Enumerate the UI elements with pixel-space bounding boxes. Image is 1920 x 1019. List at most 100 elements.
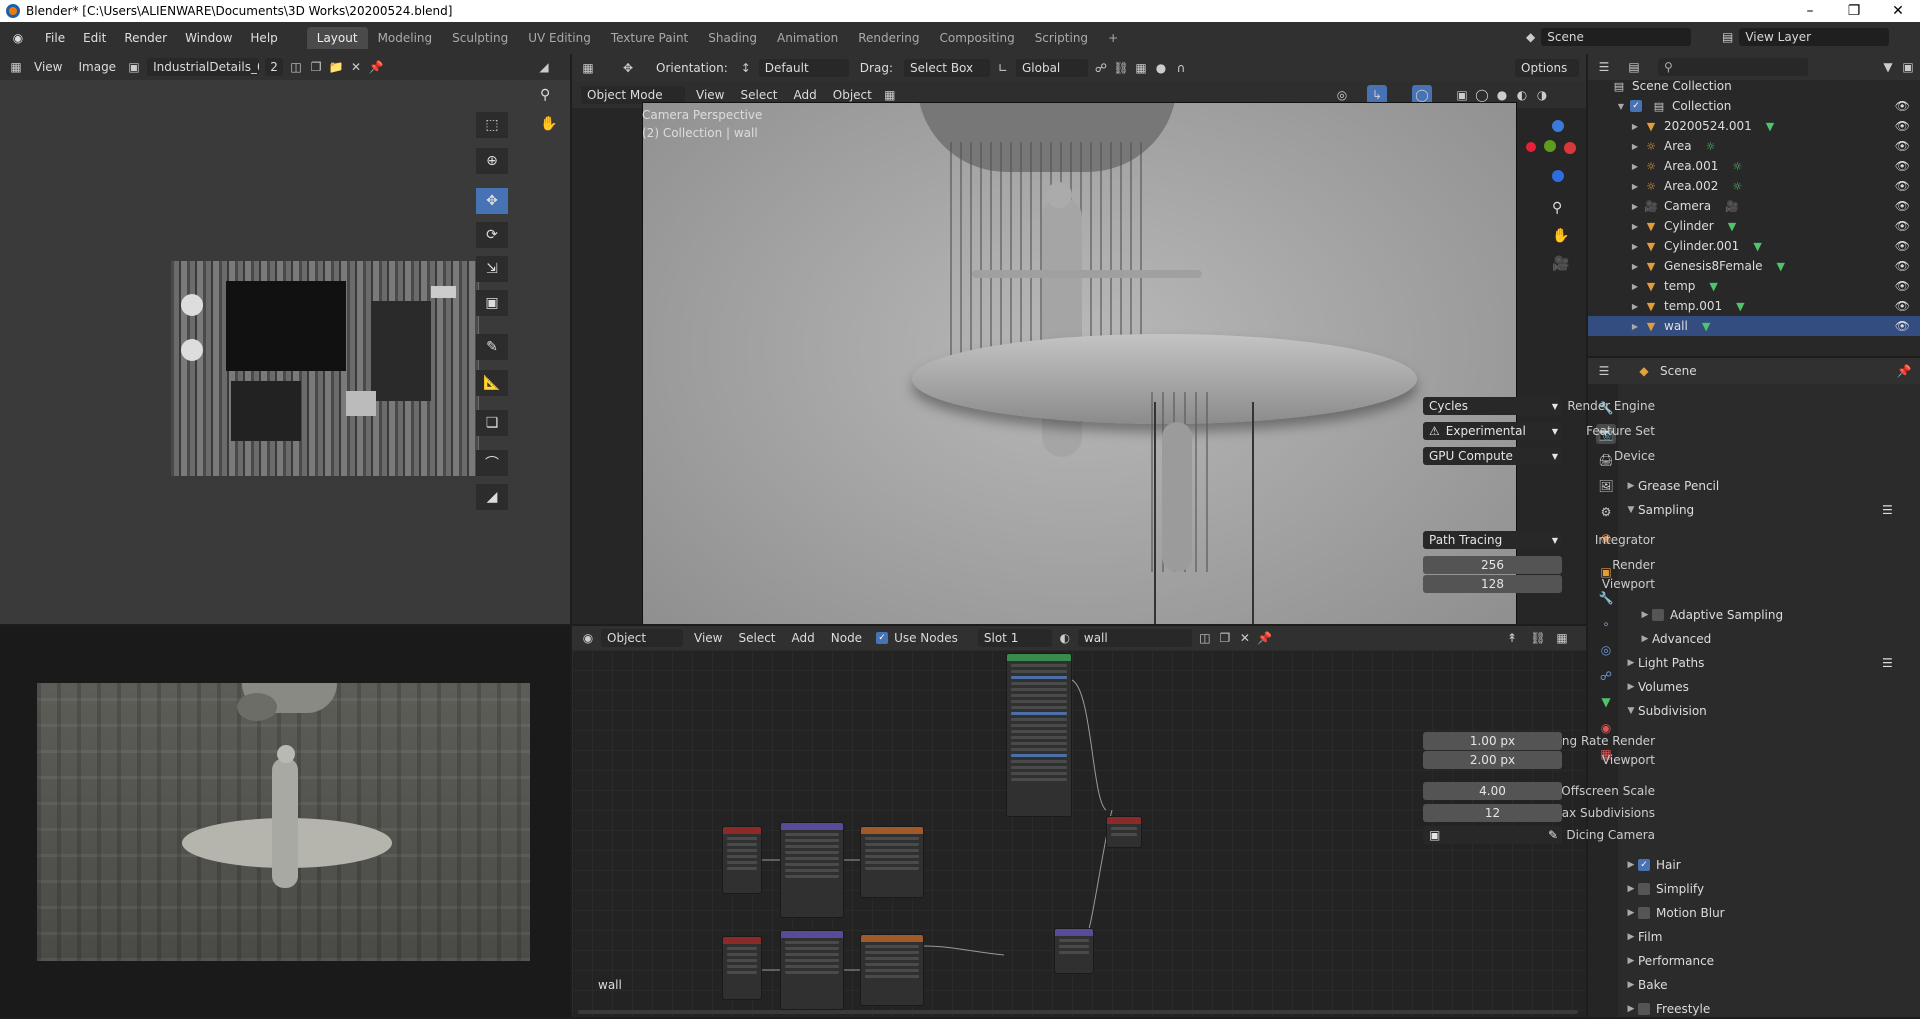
freestyle-checkbox[interactable] <box>1638 1003 1650 1015</box>
presets-icon[interactable]: ☰ <box>1882 503 1893 517</box>
node-view-menu[interactable]: View <box>686 631 730 645</box>
menu-window[interactable]: Window <box>176 31 241 45</box>
outliner-item[interactable]: ▶ ☼ Area.002 ☼ 👁 <box>1588 176 1920 196</box>
editor-type-icon[interactable]: ◉ <box>578 628 598 648</box>
unlink-material-icon[interactable]: ✕ <box>1235 628 1255 648</box>
texture-coordinate-node-2[interactable] <box>722 936 762 1000</box>
panel-hair[interactable]: ▶ ✓ Hair <box>1624 855 1920 875</box>
panel-light-paths[interactable]: ▶ Light Paths ☰ <box>1624 653 1920 673</box>
light-data-icon[interactable]: ☼ <box>1732 160 1742 173</box>
eye-icon[interactable]: 👁 <box>1895 279 1910 293</box>
snap-target-icon[interactable]: ▦ <box>1131 58 1151 78</box>
panel-subdivision[interactable]: ▼ Subdivision <box>1624 701 1920 721</box>
outliner-item[interactable]: ▶ ☼ Area.001 ☼ 👁 <box>1588 156 1920 176</box>
viewport-select-menu[interactable]: Select <box>732 88 785 102</box>
light-data-icon[interactable]: ☼ <box>1732 180 1742 193</box>
outliner-item[interactable]: ▶ ▼ Genesis8Female ▼ 👁 <box>1588 256 1920 276</box>
parent-node-tree-icon[interactable]: ↟ <box>1502 628 1522 648</box>
pivot-icon[interactable]: ☍ <box>1091 58 1111 78</box>
pin-icon[interactable]: 📌 <box>366 57 386 77</box>
mesh-data-icon[interactable]: ▼ <box>1709 280 1717 293</box>
max-subdivisions-field[interactable]: 12 <box>1423 804 1562 822</box>
editor-type-icon[interactable]: ▦ <box>6 57 26 77</box>
tab-modeling[interactable]: Modeling <box>368 27 443 49</box>
outliner-item[interactable]: ▶ ▼ Cylinder.001 ▼ 👁 <box>1588 236 1920 256</box>
outliner-item[interactable]: ▶ ▼ temp.001 ▼ 👁 <box>1588 296 1920 316</box>
falloff-icon[interactable]: ∩ <box>1171 58 1191 78</box>
menu-file[interactable]: File <box>36 31 74 45</box>
outliner-item[interactable]: ▶ ☼ Area ☼ 👁 <box>1588 136 1920 156</box>
scale-tool-icon[interactable]: ⇲ <box>476 256 508 282</box>
annotate-tool-icon[interactable]: ✎ <box>476 334 508 360</box>
tab-shading[interactable]: Shading <box>698 27 767 49</box>
mesh-data-icon[interactable]: ▼ <box>1728 220 1736 233</box>
image-name-field[interactable]: IndustrialDetails_02... <box>147 58 260 76</box>
tab-layout[interactable]: Layout <box>306 27 368 49</box>
expand-icon[interactable]: ▶ <box>1630 122 1640 131</box>
particles-tab-icon[interactable]: ∘ <box>1596 614 1616 634</box>
filter-icon[interactable]: ▼ <box>1878 57 1898 77</box>
tab-animation[interactable]: Animation <box>767 27 848 49</box>
panel-film[interactable]: ▶ Film <box>1624 927 1920 947</box>
render-engine-dropdown[interactable]: Cycles ▼ <box>1423 397 1562 415</box>
cursor-tool-icon[interactable]: ⊕ <box>476 148 508 174</box>
outliner-item[interactable]: ▶ ▼ 20200524.001 ▼ 👁 <box>1588 116 1920 136</box>
zoom-icon[interactable]: ⚲ <box>540 87 550 103</box>
open-image-icon[interactable]: 📁 <box>326 57 346 77</box>
node-add-menu[interactable]: Add <box>784 631 823 645</box>
panel-adaptive-sampling[interactable]: ▶ Adaptive Sampling <box>1638 605 1920 625</box>
outliner-item[interactable]: ▶ 🎥 Camera 🎥 👁 <box>1588 196 1920 216</box>
view-layer-tab-icon[interactable]: 🖼 <box>1596 476 1616 496</box>
eye-icon[interactable]: 👁 <box>1895 299 1910 313</box>
constraints-tab-icon[interactable]: ☍ <box>1596 666 1616 686</box>
tab-sculpting[interactable]: Sculpting <box>442 27 518 49</box>
eye-icon[interactable]: 👁 <box>1895 319 1910 333</box>
render-samples-field[interactable]: 256 <box>1423 556 1562 574</box>
expand-icon[interactable]: ▶ <box>1630 162 1640 171</box>
eye-icon[interactable]: 👁 <box>1895 159 1910 173</box>
eye-icon[interactable]: 👁 <box>1895 119 1910 133</box>
fake-user-icon[interactable]: ◫ <box>286 57 306 77</box>
expand-icon[interactable]: ▶ <box>1630 322 1640 331</box>
tab-compositing[interactable]: Compositing <box>929 27 1024 49</box>
image-image-menu[interactable]: Image <box>70 60 124 74</box>
panel-performance[interactable]: ▶ Performance <box>1624 951 1920 971</box>
offscreen-scale-field[interactable]: 4.00 <box>1423 782 1562 800</box>
eye-icon[interactable]: 👁 <box>1895 219 1910 233</box>
tab-texture-paint[interactable]: Texture Paint <box>601 27 698 49</box>
pan-hand-icon[interactable]: ✋ <box>1552 228 1569 244</box>
view-layer-field[interactable]: View Layer <box>1739 28 1890 46</box>
eyedropper-icon[interactable]: ✎ <box>1548 828 1558 842</box>
image-view-menu[interactable]: View <box>26 60 70 74</box>
mesh-data-icon[interactable]: ▼ <box>1753 240 1761 253</box>
mesh-data-icon[interactable]: ▼ <box>1736 300 1744 313</box>
shading-rendered-icon[interactable]: ◑ <box>1532 85 1552 105</box>
expand-icon[interactable]: ▶ <box>1630 302 1640 311</box>
snap-icon[interactable]: ⛓ <box>1111 58 1131 78</box>
panel-simplify[interactable]: ▶ Simplify <box>1624 879 1920 899</box>
scene-field[interactable]: Scene <box>1541 28 1692 46</box>
new-image-icon[interactable]: ❐ <box>306 57 326 77</box>
display-mode-icon[interactable]: ◢ <box>534 57 554 77</box>
panel-grease-pencil[interactable]: ▶ Grease Pencil <box>1624 476 1920 496</box>
scene-collection-row[interactable]: ▤ Scene Collection <box>1588 76 1920 96</box>
image-browse-icon[interactable]: ▣ <box>124 57 144 77</box>
menu-edit[interactable]: Edit <box>74 31 115 45</box>
panel-advanced[interactable]: ▶ Advanced <box>1638 629 1920 649</box>
editor-type-icon[interactable]: ▦ <box>578 58 598 78</box>
scene-selector[interactable]: ◆ Scene <box>1526 28 1692 46</box>
mapping-node-2[interactable] <box>780 930 844 1010</box>
minimize-icon[interactable]: – <box>1788 0 1832 22</box>
motion-blur-checkbox[interactable] <box>1638 907 1650 919</box>
menu-render[interactable]: Render <box>115 31 176 45</box>
eye-icon[interactable]: 👁 <box>1895 139 1910 153</box>
eye-icon[interactable]: 👁 <box>1895 179 1910 193</box>
new-material-icon[interactable]: ❐ <box>1215 628 1235 648</box>
tab-scripting[interactable]: Scripting <box>1025 27 1098 49</box>
panel-motion-blur[interactable]: ▶ Motion Blur <box>1624 903 1920 923</box>
presets-icon[interactable]: ☰ <box>1882 656 1893 670</box>
eye-icon[interactable]: 👁 <box>1895 199 1910 213</box>
shader-type-dropdown[interactable]: Object <box>601 629 683 647</box>
pan-hand-icon[interactable]: ✋ <box>540 116 557 132</box>
outliner-item[interactable]: ▶ ▼ temp ▼ 👁 <box>1588 276 1920 296</box>
